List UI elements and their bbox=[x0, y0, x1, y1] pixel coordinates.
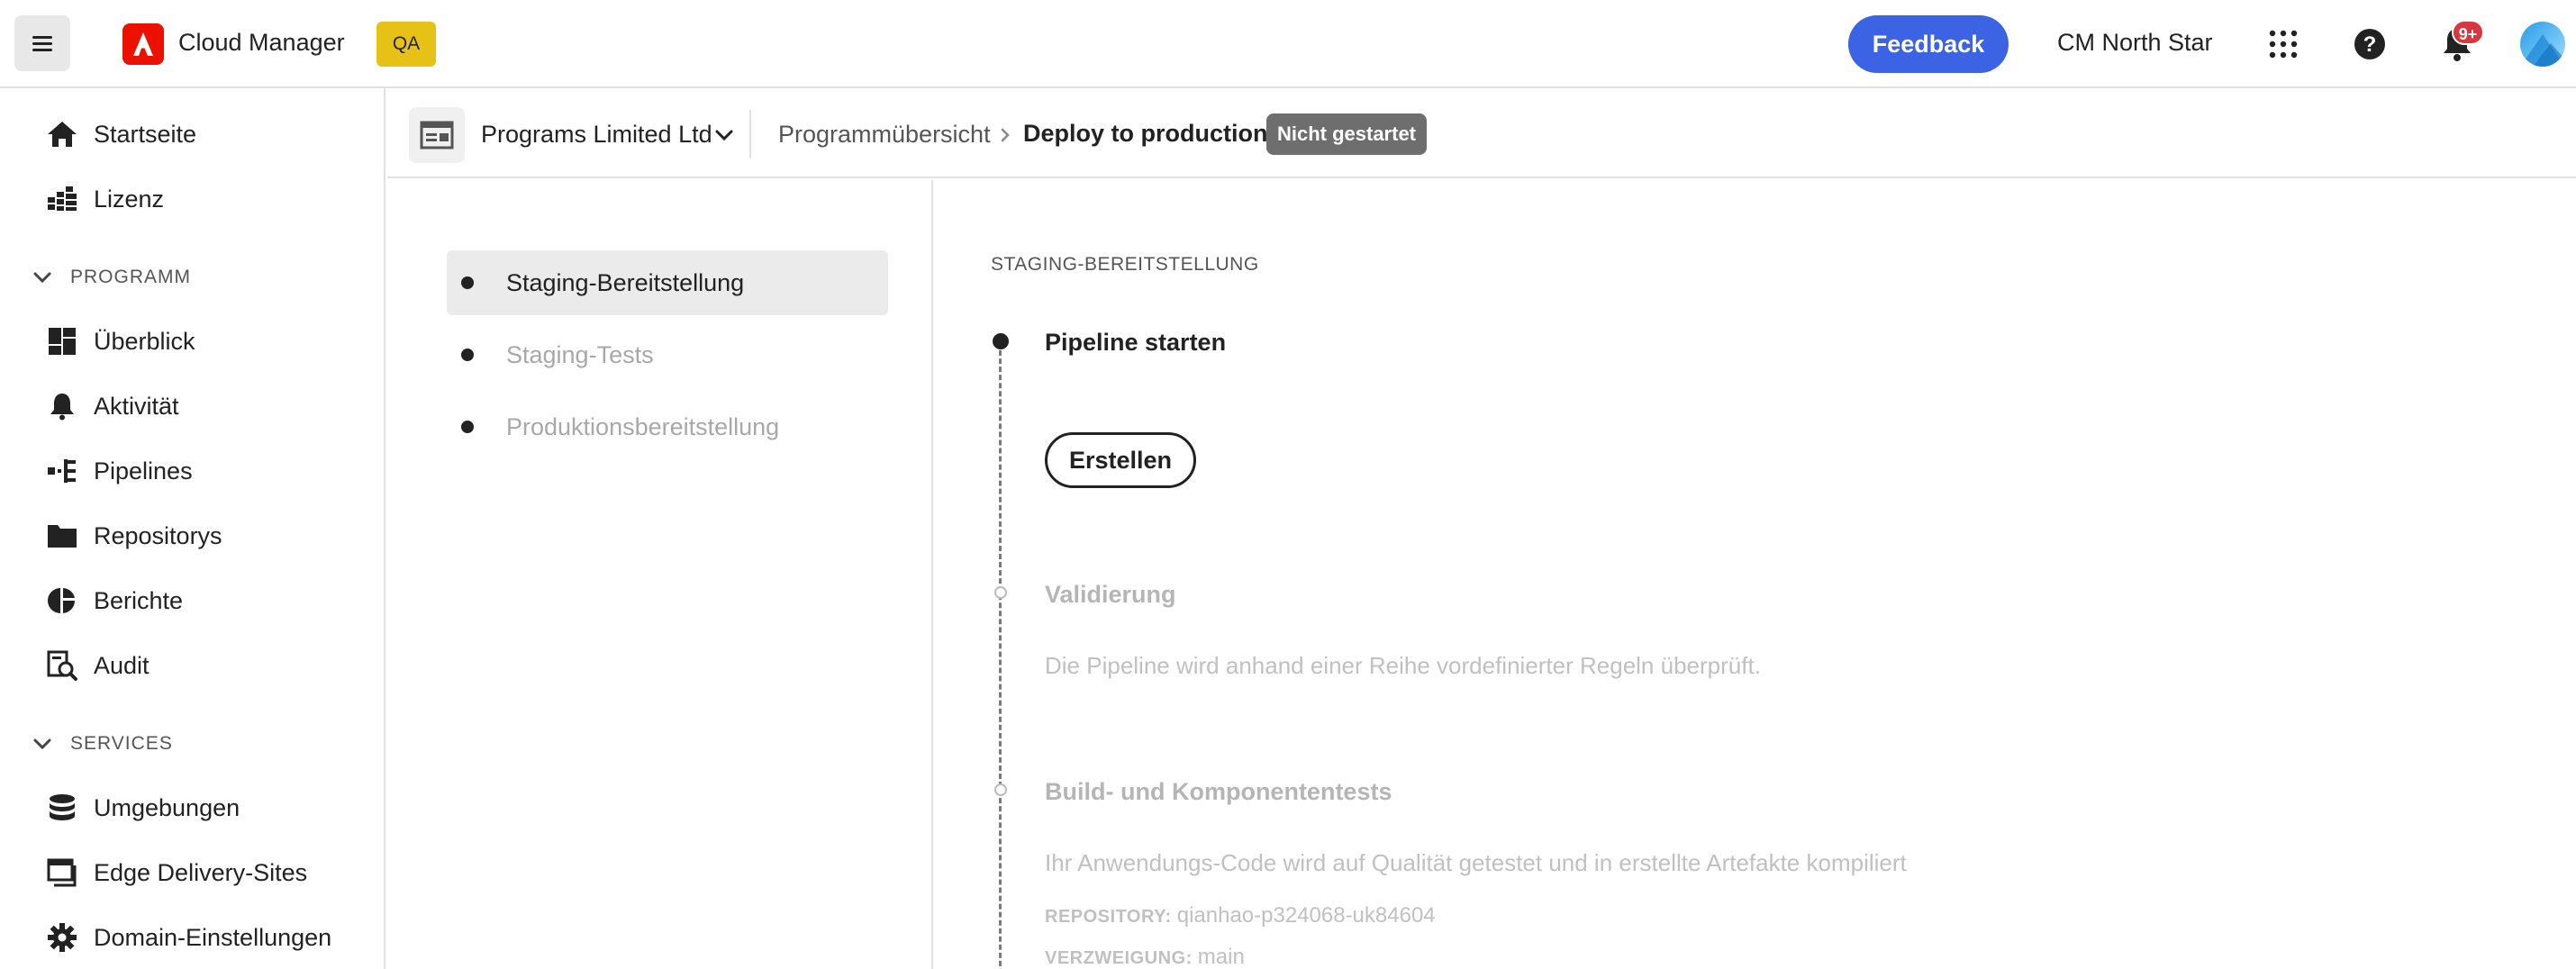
top-bar: Cloud Manager QA Feedback CM North Star … bbox=[0, 0, 2576, 88]
section-toggle-programm[interactable]: PROGRAMM bbox=[31, 259, 191, 295]
stage-description: Ihr Anwendungs-Code wird auf Qualität ge… bbox=[1045, 849, 1907, 876]
branch-info: VERZWEIGUNG: main bbox=[1045, 945, 1245, 969]
sidebar-item-domain-einstellungen[interactable]: Domain-Einstellungen bbox=[45, 915, 331, 960]
breadcrumb-link-programmuebersicht[interactable]: Programmübersicht bbox=[778, 121, 991, 149]
sidebar-item-label: Pipelines bbox=[94, 457, 193, 484]
home-icon bbox=[45, 117, 79, 151]
sidebar-item-label: Umgebungen bbox=[94, 793, 240, 821]
stage-title: Validierung bbox=[1045, 581, 1176, 608]
org-switcher[interactable]: CM North Star bbox=[2057, 29, 2213, 57]
sidebar-item-label: Berichte bbox=[94, 586, 184, 614]
report-icon bbox=[45, 584, 79, 618]
chevron-down-icon bbox=[31, 266, 54, 289]
database-icon bbox=[45, 791, 79, 825]
bell-icon bbox=[45, 389, 79, 423]
step-label: Staging-Tests bbox=[506, 340, 654, 368]
svg-text:?: ? bbox=[2363, 32, 2377, 57]
program-switcher[interactable]: Programs Limited Ltd bbox=[481, 121, 712, 149]
step-label: Produktionsbereitstellung bbox=[506, 412, 780, 440]
adobe-logo-icon bbox=[122, 23, 164, 65]
sidebar-item-label: Repositorys bbox=[94, 521, 222, 549]
sidebar-item-label: Audit bbox=[94, 651, 150, 679]
timeline-node bbox=[994, 586, 1007, 599]
sidebar-item-ueberblick[interactable]: Überblick bbox=[45, 319, 195, 364]
sidebar-item-startseite[interactable]: Startseite bbox=[45, 112, 196, 157]
sidebar-item-label: Lizenz bbox=[94, 185, 165, 213]
branch-value: main bbox=[1197, 945, 1245, 969]
chevron-right-icon bbox=[996, 126, 1014, 144]
section-title: STAGING-BEREITSTELLUNG bbox=[991, 254, 1259, 275]
timeline-node-active bbox=[993, 333, 1009, 349]
step-list: Staging-Bereitstellung Staging-Tests Pro… bbox=[387, 180, 933, 969]
program-icon bbox=[409, 107, 465, 163]
section-label: SERVICES bbox=[70, 733, 173, 754]
sidebar-item-edge-delivery-sites[interactable]: Edge Delivery-Sites bbox=[45, 850, 307, 895]
status-badge: Nicht gestartet bbox=[1266, 113, 1427, 155]
stage-description: Die Pipeline wird anhand einer Reihe vor… bbox=[1045, 652, 1761, 679]
app-title[interactable]: Cloud Manager bbox=[178, 29, 345, 57]
chevron-down-icon[interactable] bbox=[712, 122, 737, 148]
section-label: PROGRAMM bbox=[70, 267, 191, 287]
step-produktionsbereitstellung[interactable]: Produktionsbereitstellung bbox=[447, 394, 888, 459]
license-icon bbox=[45, 182, 79, 216]
folder-icon bbox=[45, 519, 79, 553]
feedback-button[interactable]: Feedback bbox=[1848, 15, 2009, 73]
repository-info: REPOSITORY: qianhao-p324068-uk84604 bbox=[1045, 903, 1436, 928]
stage-title: Pipeline starten bbox=[1045, 329, 1227, 356]
sidebar-item-umgebungen[interactable]: Umgebungen bbox=[45, 785, 240, 830]
create-button[interactable]: Erstellen bbox=[1045, 432, 1196, 488]
sidebar-item-audit[interactable]: Audit bbox=[45, 643, 150, 688]
sidebar-item-pipelines[interactable]: Pipelines bbox=[45, 448, 193, 494]
sidebar-item-label: Überblick bbox=[94, 327, 195, 355]
step-bullet bbox=[461, 421, 474, 433]
sidebar-item-label: Aktivität bbox=[94, 392, 179, 420]
stage-title: Build- und Komponententests bbox=[1045, 778, 1392, 805]
section-toggle-services[interactable]: SERVICES bbox=[31, 726, 173, 762]
sidebar-item-repositorys[interactable]: Repositorys bbox=[45, 513, 222, 558]
timeline-line bbox=[999, 342, 1002, 969]
audit-icon bbox=[45, 648, 79, 683]
help-icon[interactable]: ? bbox=[2353, 27, 2387, 61]
repository-key: REPOSITORY: bbox=[1045, 907, 1172, 927]
breadcrumb: Programs Limited Ltd Programmübersicht D… bbox=[387, 88, 2576, 178]
window-icon bbox=[45, 856, 79, 890]
notification-count-badge: 9+ bbox=[2452, 20, 2484, 45]
sidebar: Startseite Lizenz PROGRAMM Überblick Akt… bbox=[0, 88, 385, 969]
environment-badge: QA bbox=[376, 22, 436, 67]
divider bbox=[749, 110, 751, 158]
pipeline-icon bbox=[45, 454, 79, 488]
step-staging-bereitstellung[interactable]: Staging-Bereitstellung bbox=[447, 250, 888, 315]
hamburger-icon[interactable] bbox=[14, 15, 70, 71]
page-title: Deploy to production bbox=[1023, 120, 1268, 147]
gear-icon bbox=[45, 920, 79, 955]
step-bullet bbox=[461, 349, 474, 361]
sidebar-item-lizenz[interactable]: Lizenz bbox=[45, 177, 164, 222]
stage-detail-panel: STAGING-BEREITSTELLUNG Pipeline starten … bbox=[935, 180, 2576, 969]
chevron-down-icon bbox=[31, 732, 54, 756]
branch-key: VERZWEIGUNG: bbox=[1045, 948, 1193, 968]
sidebar-item-aktivitaet[interactable]: Aktivität bbox=[45, 384, 179, 429]
sidebar-item-label: Domain-Einstellungen bbox=[94, 923, 332, 951]
sidebar-item-berichte[interactable]: Berichte bbox=[45, 578, 183, 623]
sidebar-item-label: Edge Delivery-Sites bbox=[94, 858, 308, 886]
timeline-node bbox=[994, 783, 1007, 796]
overview-icon bbox=[45, 324, 79, 358]
sidebar-item-label: Startseite bbox=[94, 120, 197, 148]
step-staging-tests[interactable]: Staging-Tests bbox=[447, 322, 888, 387]
repository-value: qianhao-p324068-uk84604 bbox=[1176, 903, 1436, 928]
avatar[interactable] bbox=[2520, 22, 2565, 67]
app-grid-icon[interactable] bbox=[2268, 29, 2299, 59]
step-label: Staging-Bereitstellung bbox=[506, 268, 745, 296]
step-bullet bbox=[461, 276, 474, 289]
